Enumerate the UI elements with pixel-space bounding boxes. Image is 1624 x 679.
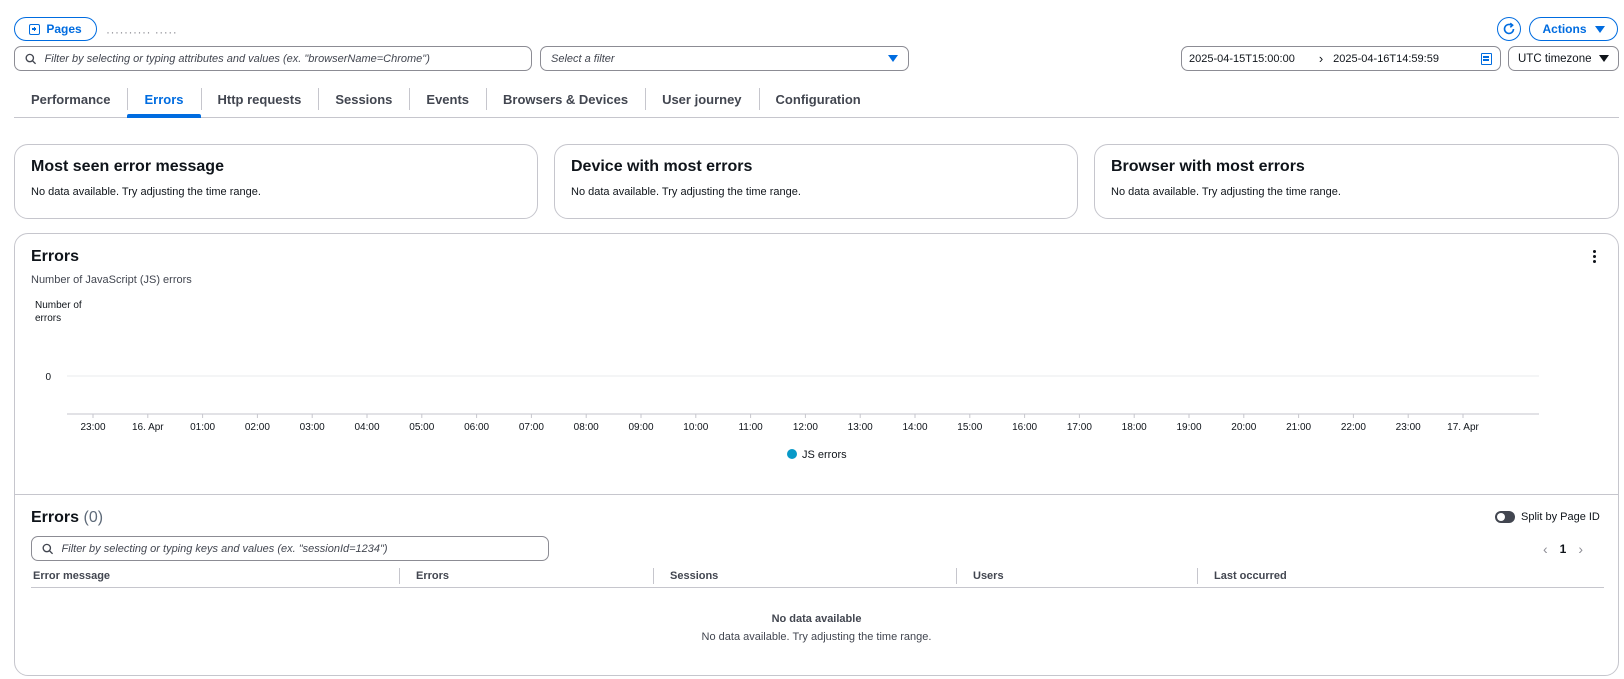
table-header: Error message Errors Sessions Users Last… xyxy=(31,564,1604,588)
x-tick-label: 14:00 xyxy=(902,422,927,433)
table-filter-search[interactable] xyxy=(31,536,549,561)
legend-label: JS errors xyxy=(802,449,847,461)
x-tick-label: 08:00 xyxy=(574,422,599,433)
column-header-users[interactable]: Users xyxy=(956,568,1197,584)
tab-errors[interactable]: Errors xyxy=(127,82,201,118)
search-icon xyxy=(25,53,37,64)
card-text: No data available. Try adjusting the tim… xyxy=(571,186,801,198)
y-axis-label: Number of errors xyxy=(35,300,84,324)
date-range-start: 2025-04-15T15:00:00 xyxy=(1189,52,1295,65)
card-text: No data available. Try adjusting the tim… xyxy=(1111,186,1341,198)
empty-state-title: No data available xyxy=(771,613,862,625)
pages-button-label: Pages xyxy=(46,22,82,36)
y-tick-label: 0 xyxy=(45,372,51,383)
chevron-right-icon[interactable]: › xyxy=(1578,541,1583,557)
x-tick-label: 21:00 xyxy=(1286,422,1311,433)
x-tick-label: 12:00 xyxy=(793,422,818,433)
more-options-icon[interactable] xyxy=(1593,250,1596,263)
card-title: Most seen error message xyxy=(31,158,224,175)
timezone-select[interactable]: UTC timezone xyxy=(1508,46,1619,71)
toggle-icon[interactable] xyxy=(1495,511,1515,523)
x-tick-label: 16:00 xyxy=(1012,422,1037,433)
filter-search[interactable] xyxy=(14,46,532,71)
tab-browsers-devices[interactable]: Browsers & Devices xyxy=(486,82,645,117)
errors-table-title-text: Errors xyxy=(31,509,80,526)
x-tick-label: 23:00 xyxy=(80,422,105,433)
x-tick-label: 20:00 xyxy=(1231,422,1256,433)
x-tick-label: 03:00 xyxy=(300,422,325,433)
split-by-page-toggle[interactable]: Split by Page ID xyxy=(1495,511,1600,523)
column-header-errors[interactable]: Errors xyxy=(399,568,653,584)
x-tick-label: 15:00 xyxy=(957,422,982,433)
caret-down-icon xyxy=(1594,25,1605,33)
section-divider xyxy=(15,494,1618,495)
errors-chart: Number of errors 0 23:00 16. Apr 01:00 02:0… xyxy=(35,300,1539,461)
most-seen-error-card: Most seen error message No data availabl… xyxy=(14,144,538,219)
errors-table-title: Errors (0) xyxy=(31,509,103,527)
tab-configuration[interactable]: Configuration xyxy=(758,82,878,117)
x-tick-label: 09:00 xyxy=(628,422,653,433)
add-square-icon xyxy=(29,23,41,35)
x-tick-label: 11:00 xyxy=(738,422,763,433)
tab-bar: Performance Errors Http requests Session… xyxy=(14,82,1619,118)
app-monitor-name: ·········· ····· xyxy=(106,25,178,39)
refresh-icon xyxy=(1503,22,1515,35)
pages-button[interactable]: Pages xyxy=(14,17,97,41)
chevron-left-icon[interactable]: ‹ xyxy=(1543,541,1548,557)
x-tick-label: 05:00 xyxy=(409,422,434,433)
x-tick-label: 23:00 xyxy=(1396,422,1421,433)
x-tick-label: 17. Apr xyxy=(1447,422,1479,433)
table-filter-input[interactable] xyxy=(61,542,548,555)
caret-down-icon xyxy=(1599,55,1609,62)
pagination: ‹ 1 › xyxy=(1543,541,1583,557)
date-range-end: 2025-04-16T14:59:59 xyxy=(1333,52,1439,65)
x-tick-label: 02:00 xyxy=(245,422,270,433)
tab-http-requests[interactable]: Http requests xyxy=(200,82,319,117)
legend-marker xyxy=(787,449,797,459)
x-tick-label: 22:00 xyxy=(1341,422,1366,433)
split-label: Split by Page ID xyxy=(1521,511,1600,523)
arrow-right-icon: › xyxy=(1318,51,1324,66)
x-tick-label: 07:00 xyxy=(519,422,544,433)
empty-state-text: No data available. Try adjusting the tim… xyxy=(701,631,932,643)
column-header-error-message[interactable]: Error message xyxy=(31,564,399,587)
refresh-button[interactable] xyxy=(1497,17,1521,41)
filter-search-input[interactable] xyxy=(44,52,531,65)
x-tick-label: 01:00 xyxy=(190,422,215,433)
search-icon xyxy=(42,543,54,554)
errors-count: (0) xyxy=(83,509,104,526)
date-range-picker[interactable]: 2025-04-15T15:00:00 › 2025-04-16T14:59:5… xyxy=(1181,46,1501,71)
column-header-sessions[interactable]: Sessions xyxy=(653,568,956,584)
x-tick-label: 16. Apr xyxy=(132,422,164,433)
chart-title: Errors xyxy=(31,248,80,265)
browser-most-errors-card: Browser with most errors No data availab… xyxy=(1094,144,1619,219)
x-tick-label: 18:00 xyxy=(1122,422,1147,433)
column-header-last-occurred[interactable]: Last occurred xyxy=(1197,568,1604,584)
x-tick-label: 17:00 xyxy=(1067,422,1092,433)
x-tick-label: 19:00 xyxy=(1176,422,1201,433)
filter-select[interactable]: Select a filter xyxy=(540,46,909,71)
x-tick-label: 10:00 xyxy=(683,422,708,433)
tab-performance[interactable]: Performance xyxy=(14,82,127,117)
card-title: Browser with most errors xyxy=(1111,158,1305,175)
errors-panel: Errors Number of JavaScript (JS) errors … xyxy=(14,233,1619,676)
x-tick-label: 06:00 xyxy=(464,422,489,433)
actions-button-label: Actions xyxy=(1542,22,1587,36)
card-title: Device with most errors xyxy=(571,158,753,175)
x-tick-label: 04:00 xyxy=(354,422,379,433)
timezone-label: UTC timezone xyxy=(1518,52,1592,65)
x-tick-label: 13:00 xyxy=(848,422,873,433)
filter-select-placeholder: Select a filter xyxy=(551,52,615,65)
tab-user-journey[interactable]: User journey xyxy=(645,82,758,117)
actions-button[interactable]: Actions xyxy=(1529,17,1618,41)
card-text: No data available. Try adjusting the tim… xyxy=(31,186,261,198)
tab-events[interactable]: Events xyxy=(409,82,486,117)
calendar-icon xyxy=(1481,53,1492,65)
current-page[interactable]: 1 xyxy=(1560,542,1567,556)
caret-down-icon xyxy=(888,55,898,62)
device-most-errors-card: Device with most errors No data availabl… xyxy=(554,144,1078,219)
chart-subtitle: Number of JavaScript (JS) errors xyxy=(31,274,192,286)
tab-sessions[interactable]: Sessions xyxy=(318,82,409,117)
